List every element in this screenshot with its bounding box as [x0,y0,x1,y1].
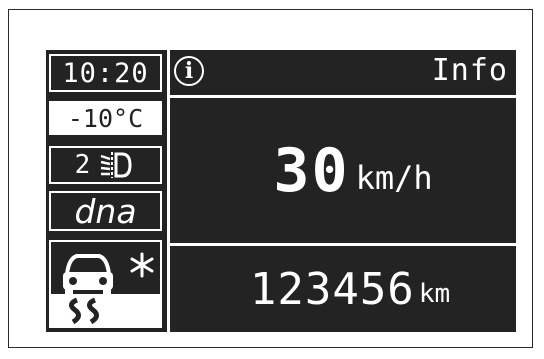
clock-readout: 10:20 [49,54,162,92]
info-header-label: Info [431,53,508,88]
snowflake-icon [130,252,154,278]
info-icon: i [174,56,204,86]
headlight-level-value: 2 [74,150,91,180]
instrument-display: 10:20 -10°C 2 dna i Info 30 km/h 123456 … [46,50,516,332]
drive-mode-indicator: dna [49,191,162,231]
speed-unit: km/h [355,158,433,197]
outside-temperature: -10°C [49,101,162,135]
odometer-unit: km [418,279,451,309]
headlight-level-icon [100,152,132,178]
headlight-level-indicator: 2 [49,146,162,184]
slippery-road-car-icon [63,254,113,325]
info-header: i Info [170,50,516,98]
figure-frame: 10:20 -10°C 2 dna i Info 30 km/h 123456 … [8,9,533,348]
odometer-value: 123456 [249,263,415,315]
speed-readout: 30 km/h [170,98,516,243]
warning-panel [49,240,162,328]
odometer-readout: 123456 km [170,246,516,332]
outside-temperature-value: -10°C [67,103,144,133]
status-column: 10:20 -10°C 2 dna [46,50,165,332]
speed-value: 30 [273,135,350,206]
